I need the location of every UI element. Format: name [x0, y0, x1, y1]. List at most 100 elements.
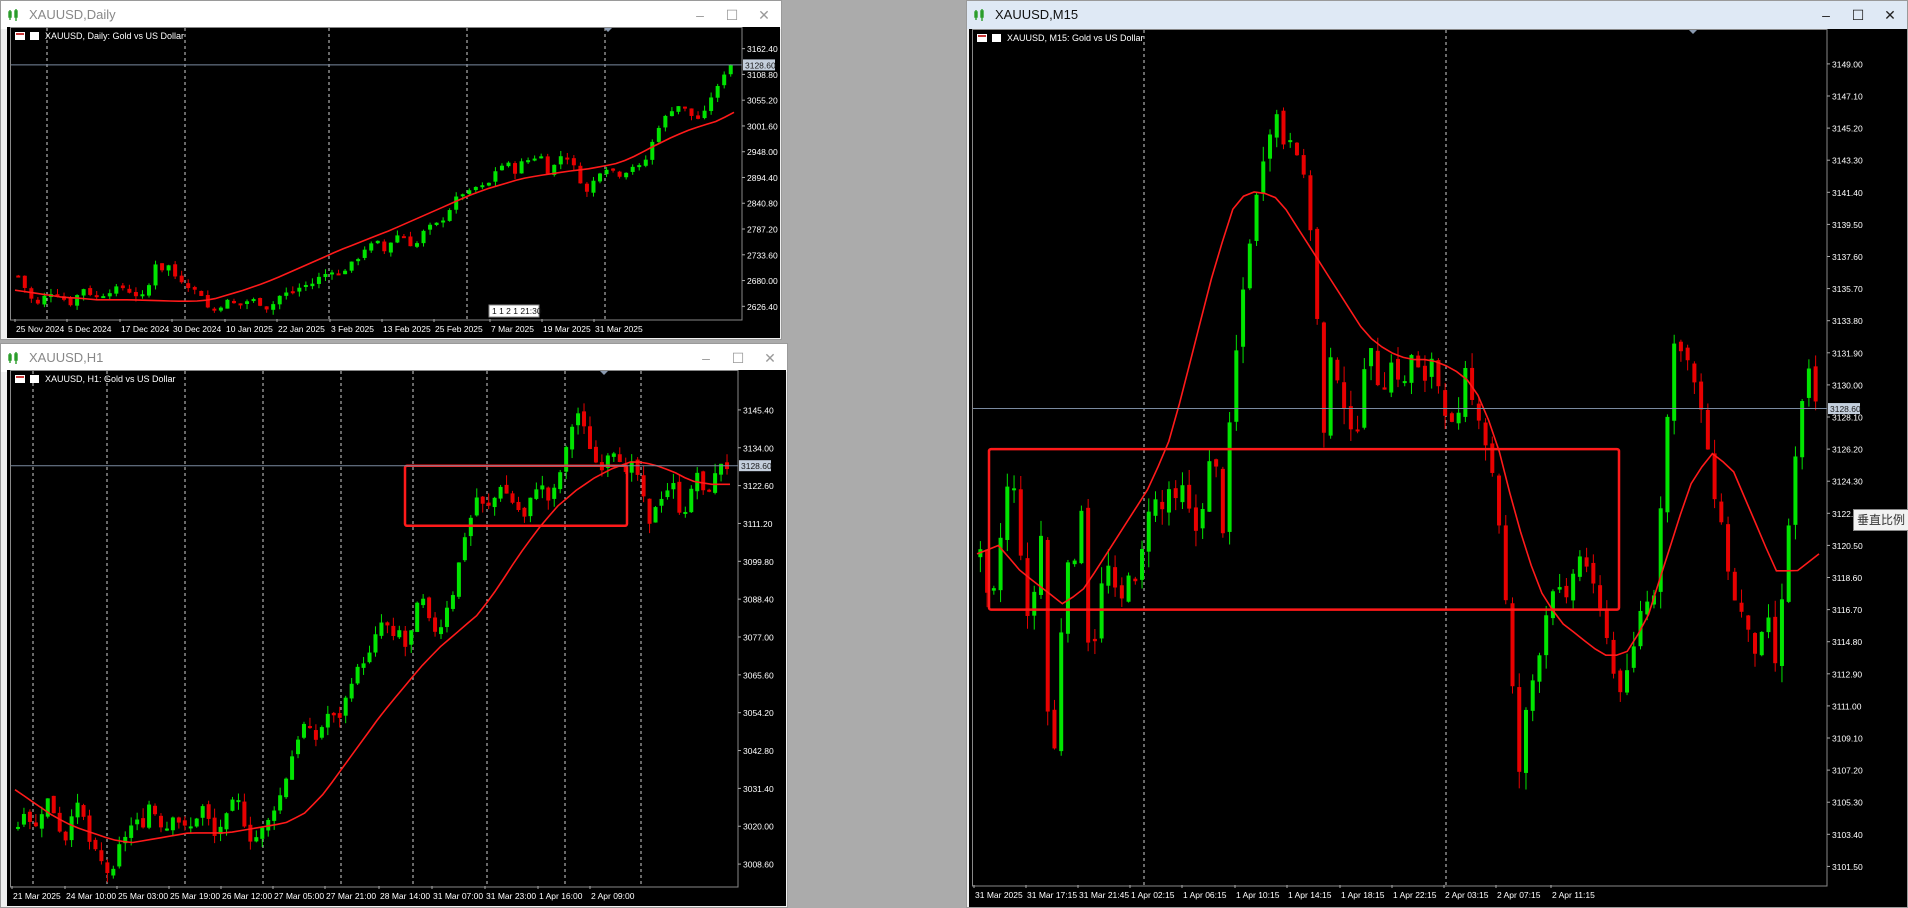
candle-body — [51, 795, 56, 814]
candle-body — [1503, 525, 1508, 601]
candle-body — [230, 799, 235, 811]
moving-average-line — [14, 111, 735, 302]
candle-body — [421, 230, 426, 244]
price-axis-label: 3137.60 — [1832, 252, 1863, 262]
price-axis-label: 3122.60 — [743, 481, 774, 491]
candle-body — [1214, 459, 1219, 467]
candle-body — [480, 185, 485, 188]
candle-body — [1631, 646, 1636, 668]
maximize-button[interactable]: ☐ — [727, 348, 749, 368]
close-button[interactable]: ✕ — [1879, 5, 1901, 25]
time-axis-label: 7 Mar 2025 — [491, 324, 534, 334]
candle-body — [356, 259, 361, 262]
candle-body — [519, 161, 524, 174]
chart-title: XAUUSD, M15: Gold vs US Dollar — [1007, 33, 1144, 43]
time-axis-label: 28 Mar 14:00 — [380, 891, 430, 901]
candle-body — [656, 127, 661, 142]
candle-body — [200, 806, 205, 818]
close-button[interactable]: ✕ — [759, 348, 781, 368]
candle-body — [1577, 556, 1582, 577]
candle-body — [558, 156, 563, 165]
candle-body — [57, 812, 62, 832]
price-axis-label: 3141.40 — [1832, 188, 1863, 198]
m15-chart-area[interactable]: 3149.00 3147.10 3145.20 3143.30 3141.40 3139.… — [969, 29, 1907, 907]
candle-body — [349, 261, 354, 271]
candle-body — [186, 283, 191, 289]
candle-body — [1335, 359, 1340, 381]
h1-chart-area[interactable]: 3145.40 3134.00 3122.60 3111.20 3099.80 3088.… — [7, 370, 786, 906]
candle-body — [1571, 573, 1576, 601]
time-axis-label: 1 Apr 18:15 — [1341, 890, 1385, 900]
candle-body — [284, 778, 289, 798]
candle-body — [462, 537, 467, 561]
candle-body — [624, 172, 629, 178]
candle-body — [88, 288, 93, 295]
price-axis-label: 3124.30 — [1832, 477, 1863, 487]
chart-icon — [30, 375, 39, 383]
candle-body — [1146, 511, 1151, 552]
price-axis-label: 3020.00 — [743, 822, 774, 832]
minimize-button[interactable]: – — [689, 5, 711, 25]
candle-body — [1544, 615, 1549, 656]
candle-body — [248, 824, 253, 842]
chart-icon — [30, 32, 39, 40]
candle-body — [571, 158, 576, 166]
candle-body — [192, 287, 197, 290]
price-axis-label: 3114.80 — [1832, 637, 1862, 647]
candle-body — [69, 816, 74, 841]
candle-body — [564, 447, 569, 472]
m15-candlestick-chart[interactable]: 3149.00 3147.10 3145.20 3143.30 3141.40 3139.… — [969, 29, 1907, 907]
daily-candlestick-chart[interactable]: 3162.40 3108.80 3055.20 3001.60 2948.00 2894.… — [7, 27, 780, 338]
h1-candlestick-chart[interactable]: 3145.40 3134.00 3122.60 3111.20 3099.80 3088.… — [7, 370, 786, 906]
candle-body — [1032, 591, 1037, 616]
price-axis-label: 3145.20 — [1832, 124, 1863, 134]
maximize-button[interactable]: ☐ — [1847, 5, 1869, 25]
candle-body — [278, 795, 283, 811]
candle-body — [1281, 110, 1286, 145]
minimize-button[interactable]: – — [1815, 5, 1837, 25]
candle-body — [160, 263, 165, 271]
candle-body — [1025, 558, 1030, 616]
bid-price-label: 3128.60 — [745, 60, 776, 70]
m15-window-titlebar[interactable]: XAUUSD,M15 – ☐ ✕ — [967, 1, 1907, 29]
candle-body — [1497, 475, 1502, 526]
candle-body — [473, 186, 478, 191]
candle-body — [35, 299, 40, 304]
candle-body — [1739, 602, 1744, 612]
price-axis-label: 3001.60 — [747, 121, 778, 131]
candle-body — [428, 224, 433, 230]
maximize-button[interactable]: ☐ — [721, 5, 743, 25]
candle-body — [325, 713, 330, 728]
candle-body — [454, 196, 459, 210]
candle-body — [127, 288, 132, 293]
candle-body — [1685, 347, 1690, 361]
time-axis-label: 1 Apr 14:15 — [1288, 890, 1332, 900]
close-button[interactable]: ✕ — [753, 5, 775, 25]
candle-body — [1382, 387, 1387, 390]
candle-body — [218, 307, 223, 311]
candle-body — [510, 493, 515, 503]
bid-price-label: 3128.60 — [1830, 404, 1861, 414]
candle-body — [170, 817, 175, 831]
h1-window-titlebar[interactable]: XAUUSD,H1 – ☐ ✕ — [1, 344, 787, 372]
candle-body — [382, 241, 387, 252]
candle-body — [545, 156, 550, 174]
daily-window-titlebar[interactable]: XAUUSD,Daily – ☐ ✕ — [1, 1, 781, 29]
candle-body — [1517, 687, 1522, 772]
candle-body — [355, 666, 360, 684]
candle-body — [539, 156, 544, 159]
minimize-button[interactable]: – — [695, 348, 717, 368]
candle-body — [409, 630, 414, 645]
candle-body — [1342, 382, 1347, 409]
time-axis-label: 22 Jan 2025 — [278, 324, 325, 334]
candle-body — [319, 727, 324, 738]
candle-body — [1523, 709, 1528, 773]
candle-body — [343, 270, 348, 275]
price-axis-label: 2680.00 — [747, 276, 778, 286]
candle-body — [297, 287, 302, 292]
candle-body — [1692, 363, 1697, 383]
candle-body — [120, 285, 125, 289]
daily-chart-area[interactable]: 3162.40 3108.80 3055.20 3001.60 2948.00 2894.… — [7, 27, 780, 338]
candle-body — [582, 411, 587, 427]
candle-body — [1288, 140, 1293, 143]
